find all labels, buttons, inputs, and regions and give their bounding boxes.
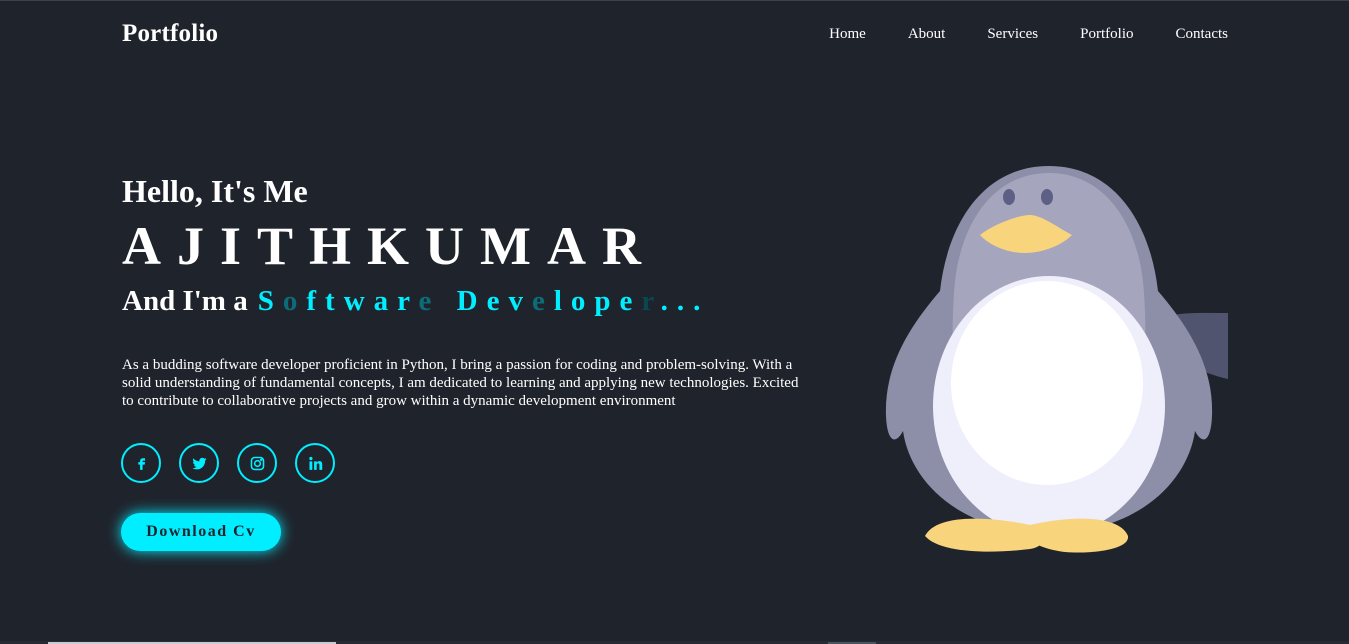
nav-portfolio[interactable]: Portfolio bbox=[1080, 26, 1133, 43]
nav-home[interactable]: Home bbox=[829, 26, 866, 43]
twitter-icon bbox=[191, 457, 207, 469]
facebook-link[interactable] bbox=[121, 443, 161, 483]
hero-bio: As a budding software developer proficie… bbox=[122, 357, 799, 409]
role-prefix: And I'm a bbox=[122, 285, 248, 317]
nav-services[interactable]: Services bbox=[987, 26, 1038, 43]
download-cv-button[interactable]: Download Cv bbox=[121, 513, 281, 551]
instagram-link[interactable] bbox=[237, 443, 277, 483]
penguin-illustration bbox=[885, 166, 1228, 553]
linkedin-icon bbox=[308, 456, 322, 470]
twitter-link[interactable] bbox=[179, 443, 219, 483]
linkedin-link[interactable] bbox=[295, 443, 335, 483]
facebook-icon bbox=[137, 457, 145, 470]
hero-greeting: Hello, It's Me bbox=[122, 173, 308, 209]
role-typed-text: Software Developer... bbox=[257, 285, 710, 317]
page: Portfolio Home About Services Portfolio … bbox=[0, 0, 1349, 644]
nav-contacts[interactable]: Contacts bbox=[1176, 26, 1229, 43]
instagram-icon bbox=[250, 456, 264, 470]
nav-about[interactable]: About bbox=[908, 26, 946, 43]
hero-name: AJITHKUMAR bbox=[122, 216, 657, 276]
main-nav: Home About Services Portfolio Contacts bbox=[787, 26, 1228, 43]
hero-role: And I'm a Software Developer... bbox=[122, 285, 709, 318]
site-logo[interactable]: Portfolio bbox=[122, 20, 218, 48]
social-links bbox=[121, 443, 353, 483]
